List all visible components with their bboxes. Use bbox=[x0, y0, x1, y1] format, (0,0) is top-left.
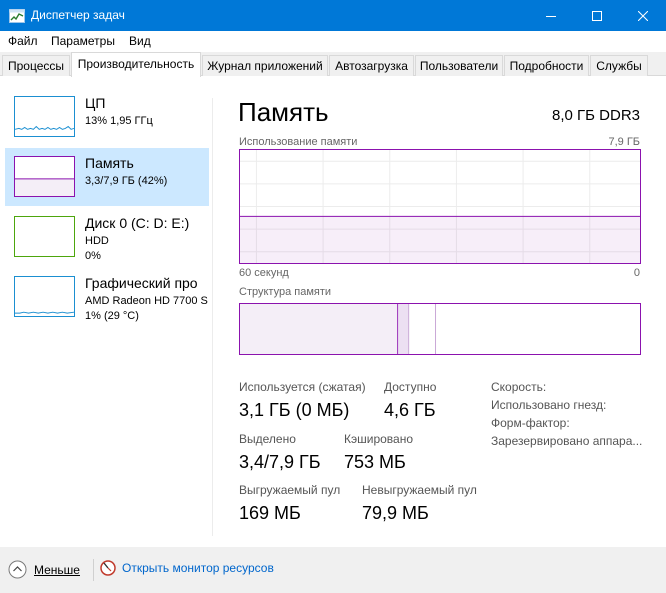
paged-pool-value: 169 МБ bbox=[239, 503, 301, 523]
open-resource-monitor-label: Открыть монитор ресурсов bbox=[122, 561, 274, 575]
bottom-bar: Меньше Открыть монитор ресурсов bbox=[0, 547, 666, 593]
title-bar[interactable]: Диспетчер задач bbox=[0, 0, 666, 31]
memory-thumbnail-graph bbox=[14, 156, 75, 197]
menu-bar: Файл Параметры Вид bbox=[0, 31, 666, 52]
disk-type: HDD bbox=[85, 235, 109, 247]
memory-structure-graph bbox=[239, 303, 641, 355]
tab-services[interactable]: Службы bbox=[590, 55, 648, 76]
usage-graph-label: Использование памяти bbox=[239, 136, 358, 148]
committed-label: Выделено bbox=[239, 432, 296, 446]
time-axis-right: 0 bbox=[633, 267, 640, 279]
usage-graph-max: 7,9 ГБ bbox=[608, 136, 640, 148]
open-resource-monitor-link[interactable]: Открыть монитор ресурсов bbox=[100, 560, 274, 576]
tab-performance[interactable]: Производительность bbox=[71, 52, 201, 77]
close-icon bbox=[638, 10, 648, 21]
nonpaged-pool-label: Невыгружаемый пул bbox=[362, 483, 477, 497]
disk-usage: 0% bbox=[85, 250, 101, 262]
disk-name: Диск 0 (C: D: E:) bbox=[85, 215, 190, 231]
memory-name: Память bbox=[85, 155, 134, 171]
resource-monitor-icon bbox=[100, 560, 116, 576]
cached-value: 753 МБ bbox=[344, 452, 406, 472]
structure-graph-label: Структура памяти bbox=[239, 286, 332, 298]
tab-details[interactable]: Подробности bbox=[504, 55, 589, 76]
gpu-model: AMD Radeon HD 7700 S bbox=[85, 295, 208, 307]
memory-usage: 3,3/7,9 ГБ (42%) bbox=[85, 175, 168, 187]
sidebar-item-disk[interactable]: Диск 0 (C: D: E:) HDD 0% bbox=[5, 208, 209, 266]
chevron-up-icon bbox=[8, 560, 27, 579]
memory-spec: 8,0 ГБ DDR3 bbox=[552, 107, 640, 124]
minimize-icon bbox=[546, 15, 556, 17]
performance-page: ЦП 13% 1,95 ГГц Память 3,3/7,9 ГБ (42%) … bbox=[0, 76, 666, 547]
menu-parameters[interactable]: Параметры bbox=[51, 34, 115, 48]
committed-value: 3,4/7,9 ГБ bbox=[239, 452, 321, 472]
sidebar-item-gpu[interactable]: Графический про AMD Radeon HD 7700 S 1% … bbox=[5, 268, 209, 326]
maximize-icon bbox=[592, 10, 602, 21]
tab-startup[interactable]: Автозагрузка bbox=[329, 55, 414, 76]
slots-used-label: Использовано гнезд: bbox=[491, 398, 607, 412]
sidebar-divider bbox=[212, 98, 213, 536]
minimize-button[interactable] bbox=[528, 0, 574, 31]
task-manager-icon bbox=[9, 9, 25, 23]
page-title: Память bbox=[238, 97, 329, 127]
paged-pool-label: Выгружаемый пул bbox=[239, 483, 341, 497]
in-use-label: Используется (сжатая) bbox=[239, 380, 366, 394]
gpu-name: Графический про bbox=[85, 275, 198, 291]
hardware-reserved-label: Зарезервировано аппара... bbox=[491, 434, 643, 448]
available-value: 4,6 ГБ bbox=[384, 400, 436, 420]
tab-processes[interactable]: Процессы bbox=[2, 55, 70, 76]
tab-users[interactable]: Пользователи bbox=[415, 55, 503, 76]
window-title: Диспетчер задач bbox=[31, 8, 125, 22]
disk-thumbnail-graph bbox=[14, 216, 75, 257]
cpu-name: ЦП bbox=[85, 95, 106, 111]
maximize-button[interactable] bbox=[574, 0, 620, 31]
cpu-usage: 13% 1,95 ГГц bbox=[85, 115, 153, 127]
menu-view[interactable]: Вид bbox=[129, 34, 151, 48]
tab-strip: Процессы Производительность Журнал прило… bbox=[0, 52, 666, 77]
tab-app-history[interactable]: Журнал приложений bbox=[202, 55, 328, 76]
gpu-thumbnail-graph bbox=[14, 276, 75, 317]
cpu-thumbnail-graph bbox=[14, 96, 75, 137]
in-use-value: 3,1 ГБ (0 МБ) bbox=[239, 400, 350, 420]
menu-file[interactable]: Файл bbox=[8, 34, 38, 48]
speed-label: Скорость: bbox=[491, 380, 547, 394]
bottom-separator bbox=[93, 559, 94, 581]
available-label: Доступно bbox=[384, 380, 437, 394]
memory-usage-graph bbox=[239, 149, 641, 264]
cached-label: Кэшировано bbox=[344, 432, 414, 446]
sidebar-item-memory[interactable]: Память 3,3/7,9 ГБ (42%) bbox=[5, 148, 209, 206]
nonpaged-pool-value: 79,9 МБ bbox=[362, 503, 429, 523]
gpu-usage: 1% (29 °C) bbox=[85, 310, 139, 322]
form-factor-label: Форм-фактор: bbox=[491, 416, 570, 430]
sidebar-item-cpu[interactable]: ЦП 13% 1,95 ГГц bbox=[5, 88, 209, 146]
close-button[interactable] bbox=[620, 0, 666, 31]
time-axis-left: 60 секунд bbox=[239, 267, 289, 279]
fewer-details-label: Меньше bbox=[34, 562, 80, 577]
fewer-details-button[interactable]: Меньше bbox=[8, 560, 80, 579]
